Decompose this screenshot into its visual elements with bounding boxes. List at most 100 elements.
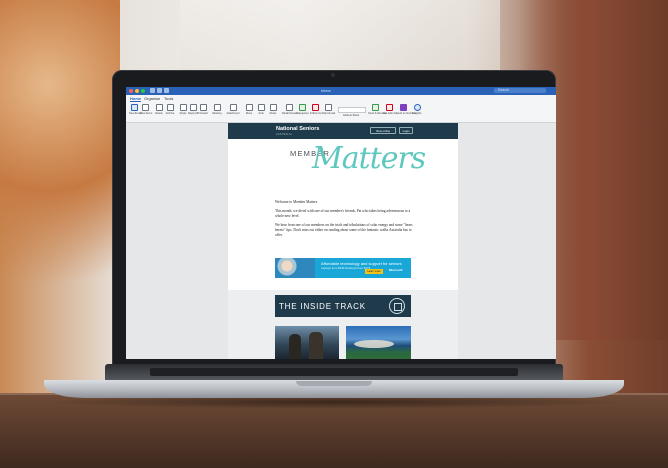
delete-button[interactable]: Delete: [154, 104, 164, 115]
rules-button[interactable]: Rules: [268, 104, 278, 115]
filter-email-button[interactable]: Filter Email: [322, 104, 335, 115]
masthead-matters: Matters: [312, 141, 426, 176]
reply-all-button[interactable]: Reply All: [188, 104, 198, 115]
read-unread-label: Read/Unread: [282, 112, 298, 115]
get-add-ins-label: Get Add-ins: [383, 112, 397, 115]
redo-icon[interactable]: [164, 88, 169, 93]
inside-track-logo-icon: [389, 298, 405, 314]
new-email-label: New Email: [129, 112, 142, 115]
new-email-button[interactable]: New Email: [129, 104, 142, 115]
archive-button[interactable]: Archive: [165, 104, 175, 115]
categorise-button[interactable]: Categorise: [296, 104, 309, 115]
filter-email-label: Filter Email: [322, 112, 335, 115]
store-icon: [385, 104, 393, 111]
person-silhouette: [289, 334, 301, 359]
move-icon: [245, 104, 253, 111]
new-items-button[interactable]: New Items: [140, 104, 153, 115]
ribbon-tabs: Home Organise Tools: [126, 95, 556, 102]
new-items-label: New Items: [140, 112, 153, 115]
rules-label: Rules: [269, 112, 277, 115]
ad-subtitle: Laptops from $349 Desktops from $479: [321, 266, 371, 270]
login-button[interactable]: Login: [399, 127, 413, 134]
categorise-icon: [299, 104, 306, 111]
move-label: Move: [245, 112, 253, 115]
address-book-button[interactable]: Address Book: [338, 113, 364, 117]
laptop-notch: [296, 381, 372, 386]
send-to-onenote-button[interactable]: Send to OneNote: [396, 104, 417, 115]
inside-track-banner[interactable]: THE INSIDE TRACK: [275, 295, 411, 317]
newsletter-header: National Seniors AUSTRALIA View online L…: [228, 123, 458, 139]
reading-pane: National Seniors AUSTRALIA View online L…: [126, 123, 556, 359]
zoom-window-icon[interactable]: [141, 89, 145, 93]
move-button[interactable]: Move: [244, 104, 254, 115]
undo-icon[interactable]: [157, 88, 162, 93]
person-silhouette: [309, 332, 323, 359]
meeting-icon: [213, 104, 221, 111]
junk-button[interactable]: Junk: [256, 104, 266, 115]
new-items-icon: [141, 104, 149, 111]
attachment-button[interactable]: Attachment: [225, 104, 241, 115]
coastline-photo[interactable]: [346, 326, 411, 359]
onenote-icon: [399, 104, 407, 111]
flag-icon: [311, 104, 319, 111]
ribbon-toolbar: New Email New Items Delete Archive Reply…: [126, 102, 556, 123]
brand-name: National Seniors: [276, 126, 320, 132]
send-receive-button[interactable]: Send & Receive: [368, 104, 387, 115]
window-title: Inbox: [321, 88, 331, 93]
junk-icon: [257, 104, 265, 111]
forward-button[interactable]: Forward: [198, 104, 208, 115]
close-window-icon[interactable]: [129, 89, 133, 93]
address-book-label: Address Book: [342, 114, 360, 117]
reply-button[interactable]: Reply: [178, 104, 188, 115]
meeting-label: Meeting: [212, 112, 222, 115]
meeting-button[interactable]: Meeting: [209, 104, 225, 115]
junk-label: Junk: [258, 112, 264, 115]
background-wall: [180, 0, 500, 80]
background-lamp: [0, 0, 120, 340]
microsoft-ad-banner[interactable]: Affordable technology and support for se…: [275, 258, 411, 278]
rules-icon: [269, 104, 277, 111]
archive-icon: [166, 104, 174, 111]
reply-all-icon: [189, 104, 197, 111]
tab-organise[interactable]: Organise: [144, 96, 160, 101]
archive-label: Archive: [165, 112, 175, 115]
filter-icon: [324, 104, 332, 111]
envelope-icon: [285, 104, 293, 111]
title-bar: Inbox Search: [126, 87, 556, 95]
beach-shape: [354, 340, 394, 348]
follow-up-label: Follow Up: [310, 112, 322, 115]
laptop-screen: Inbox Search Home Organise Tools New Ema…: [126, 87, 556, 359]
read-unread-button[interactable]: Read/Unread: [282, 104, 298, 115]
musicians-photo[interactable]: [275, 326, 339, 359]
insights-icon: [413, 104, 421, 111]
follow-up-button[interactable]: Follow Up: [310, 104, 322, 115]
get-add-ins-button[interactable]: Get Add-ins: [383, 104, 397, 115]
tab-tools[interactable]: Tools: [164, 96, 173, 101]
microsoft-logo: Microsoft: [389, 268, 403, 272]
ad-learn-more-button[interactable]: Learn more: [365, 269, 383, 274]
reply-all-label: Reply All: [188, 112, 199, 115]
paragraph-two: We hear from one of our members on the t…: [275, 223, 413, 237]
attachment-icon: [229, 104, 237, 111]
categorise-label: Categorise: [296, 112, 309, 115]
insights-label: Insights: [412, 112, 422, 115]
new-email-icon: [130, 104, 138, 111]
insights-button[interactable]: Insights: [412, 104, 422, 115]
send-to-onenote-label: Send to OneNote: [396, 112, 417, 115]
reply-label: Reply: [179, 112, 187, 115]
reply-icon: [179, 104, 187, 111]
keyboard: [150, 368, 518, 376]
email-body: National Seniors AUSTRALIA View online L…: [228, 123, 458, 359]
greeting-text: Welcome to Member Matters.: [275, 200, 319, 204]
brand-subtitle: AUSTRALIA: [276, 133, 292, 136]
attachment-label: Attachment: [226, 112, 240, 115]
camera-icon: [331, 73, 335, 77]
save-icon[interactable]: [150, 88, 155, 93]
view-online-button[interactable]: View online: [370, 127, 396, 134]
paragraph-one: This month, we dived with one of our mem…: [275, 209, 411, 218]
forward-icon: [199, 104, 207, 111]
search-input[interactable]: Search: [494, 88, 546, 93]
minimize-window-icon[interactable]: [135, 89, 139, 93]
inside-track-title: THE INSIDE TRACK: [279, 302, 366, 311]
send-receive-label: Send & Receive: [368, 112, 387, 115]
